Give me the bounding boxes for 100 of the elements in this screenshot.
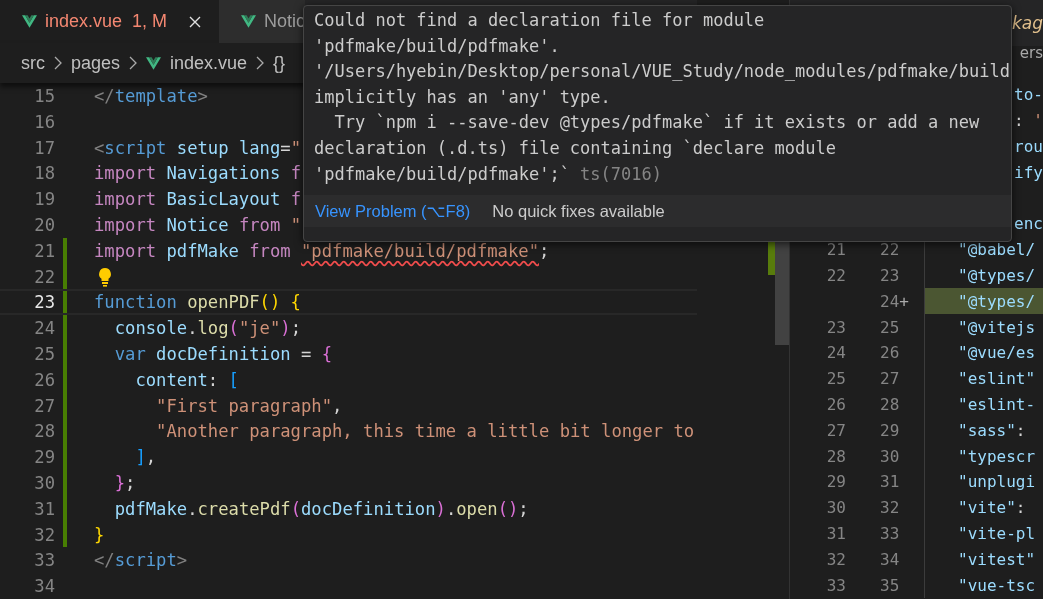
line-number: 33 (826, 575, 846, 595)
line-number: 22 (33, 266, 55, 287)
code-line: "typescr (958, 446, 1036, 466)
quick-fix-note: No quick fixes available (492, 201, 665, 221)
breadcrumb-item[interactable]: pages (71, 52, 121, 74)
line-number: 28 (826, 446, 846, 466)
error-message: Could not find a declaration file for module 'pdfmake/build/pdfmake'. '/Users/hyebin/Desktop/personal/VUE_Study/node_modules/pdfmake/build implicitly has an 'any' type. Try `npm i --save-dev @types/pdfmake` if it exists or add a new declaration (.d.ts) file containing `declare module 'pdfmake/build/pdfmake';` ts(7016) (313, 9, 1011, 186)
line-number: 29 (33, 447, 55, 468)
code-line: "unplugi (958, 472, 1036, 492)
editor-tab[interactable]: index.vue 1, M (0, 0, 220, 44)
line-number: 26 (826, 394, 846, 414)
line-number: 21 (33, 240, 55, 261)
line-number: 24 (826, 343, 846, 363)
line-number: 33 (33, 550, 55, 571)
line-number: 23 (826, 317, 846, 337)
line-number: 31 (33, 498, 55, 519)
code-line: pdfMake.createPdf(docDefinition).open(); (113, 498, 529, 519)
line-number: 29 (880, 420, 900, 440)
line-number: 35 (880, 575, 900, 595)
code-line: </template> (94, 85, 208, 106)
code-line: "Another paragraph, this time a little bit longer to (155, 421, 695, 442)
line-number: 32 (33, 524, 55, 545)
line-number: 15 (33, 85, 55, 106)
code-line: content: [ (134, 369, 239, 390)
line-number: 30 (826, 498, 846, 518)
added-marker: + (899, 291, 909, 311)
line-number: 26 (33, 369, 55, 390)
code-line: "@vitejs (958, 317, 1036, 337)
line-number: 31 (826, 523, 846, 543)
code-line: enc (1014, 214, 1043, 234)
line-number: 19 (33, 189, 55, 210)
line-number: 26 (880, 343, 900, 363)
code-line: "eslint" (958, 369, 1036, 389)
code-line: "vite-pl (958, 523, 1036, 543)
code-line: import pdfMake from "pdfmake/build/pdfmake"; (94, 240, 550, 261)
code-line: }; (113, 472, 136, 493)
line-number: 24 (33, 318, 55, 339)
code-line: "@vue/es (958, 343, 1036, 363)
line-number: 29 (826, 472, 846, 492)
vue-logo-icon (146, 56, 162, 70)
code-line: "vite": (958, 498, 1026, 518)
code-line: "@types/ (958, 265, 1036, 285)
code-line: import BasicLayout f (94, 189, 301, 210)
line-number: 25 (826, 369, 846, 389)
vue-logo-icon (241, 15, 257, 29)
code-line: ], (134, 447, 157, 468)
code-line: "sass": (958, 420, 1026, 440)
line-number: 27 (880, 369, 900, 389)
chevron-icon (129, 56, 138, 71)
vue-logo-icon (22, 15, 37, 29)
code-line: "First paragraph", (155, 395, 343, 416)
line-number: 32 (880, 498, 900, 518)
lightbulb-icon[interactable] (98, 266, 112, 287)
line-number: 23 (880, 265, 900, 285)
line-number: 33 (880, 523, 900, 543)
line-number: 24 (880, 291, 900, 311)
code-line: "vue-tsc (958, 575, 1036, 595)
line-number: 27 (826, 420, 846, 440)
code-line: import Notice from " (94, 214, 301, 235)
editor-tab[interactable]: kag (1011, 13, 1043, 33)
code-line: </script> (94, 550, 188, 571)
line-number: 30 (33, 472, 55, 493)
breadcrumb-item[interactable]: index.vue (170, 52, 248, 74)
line-number: 18 (33, 163, 55, 184)
line-number: 27 (33, 395, 55, 416)
code-line: <script setup lang=" (94, 137, 301, 158)
line-number: 22 (826, 265, 846, 285)
code-line: var docDefinition = { (113, 343, 333, 364)
line-number: 32 (826, 549, 846, 569)
chevron-icon (256, 56, 265, 71)
line-number: 28 (33, 421, 55, 442)
line-number: 34 (33, 576, 55, 597)
code-line: console.log("je"); (113, 318, 302, 339)
code-line: } (94, 524, 105, 545)
line-number: 34 (880, 549, 900, 569)
code-line: "@babel/ (958, 240, 1036, 260)
line-number: 16 (33, 111, 55, 132)
breadcrumb-item[interactable]: ers (1019, 44, 1043, 62)
chevron-icon (54, 56, 62, 71)
code-line: rou (1014, 137, 1043, 156)
code-line: : ' (1014, 111, 1043, 131)
code-line: "eslint- (958, 394, 1036, 414)
line-number: 22 (880, 240, 900, 260)
code-line: "@types/ (958, 291, 1036, 311)
line-number: 25 (33, 343, 55, 364)
line-number: 20 (33, 214, 55, 235)
code-line: to- (1014, 85, 1043, 105)
line-number: 17 (33, 137, 55, 158)
view-problem-link[interactable]: View Problem (⌥F8) (315, 201, 471, 221)
breadcrumb-item[interactable]: {} (273, 52, 286, 74)
close-icon[interactable] (189, 15, 202, 28)
breadcrumb-item[interactable]: src (21, 52, 45, 74)
editor-tab[interactable]: Notic (219, 0, 306, 44)
line-number: 30 (880, 446, 900, 466)
code-line: ify (1014, 162, 1043, 182)
line-number: 25 (880, 317, 900, 337)
line-number: 21 (826, 240, 846, 260)
code-line: function openPDF() { (94, 292, 301, 313)
line-number: 28 (880, 394, 900, 414)
line-number: 31 (880, 472, 900, 492)
